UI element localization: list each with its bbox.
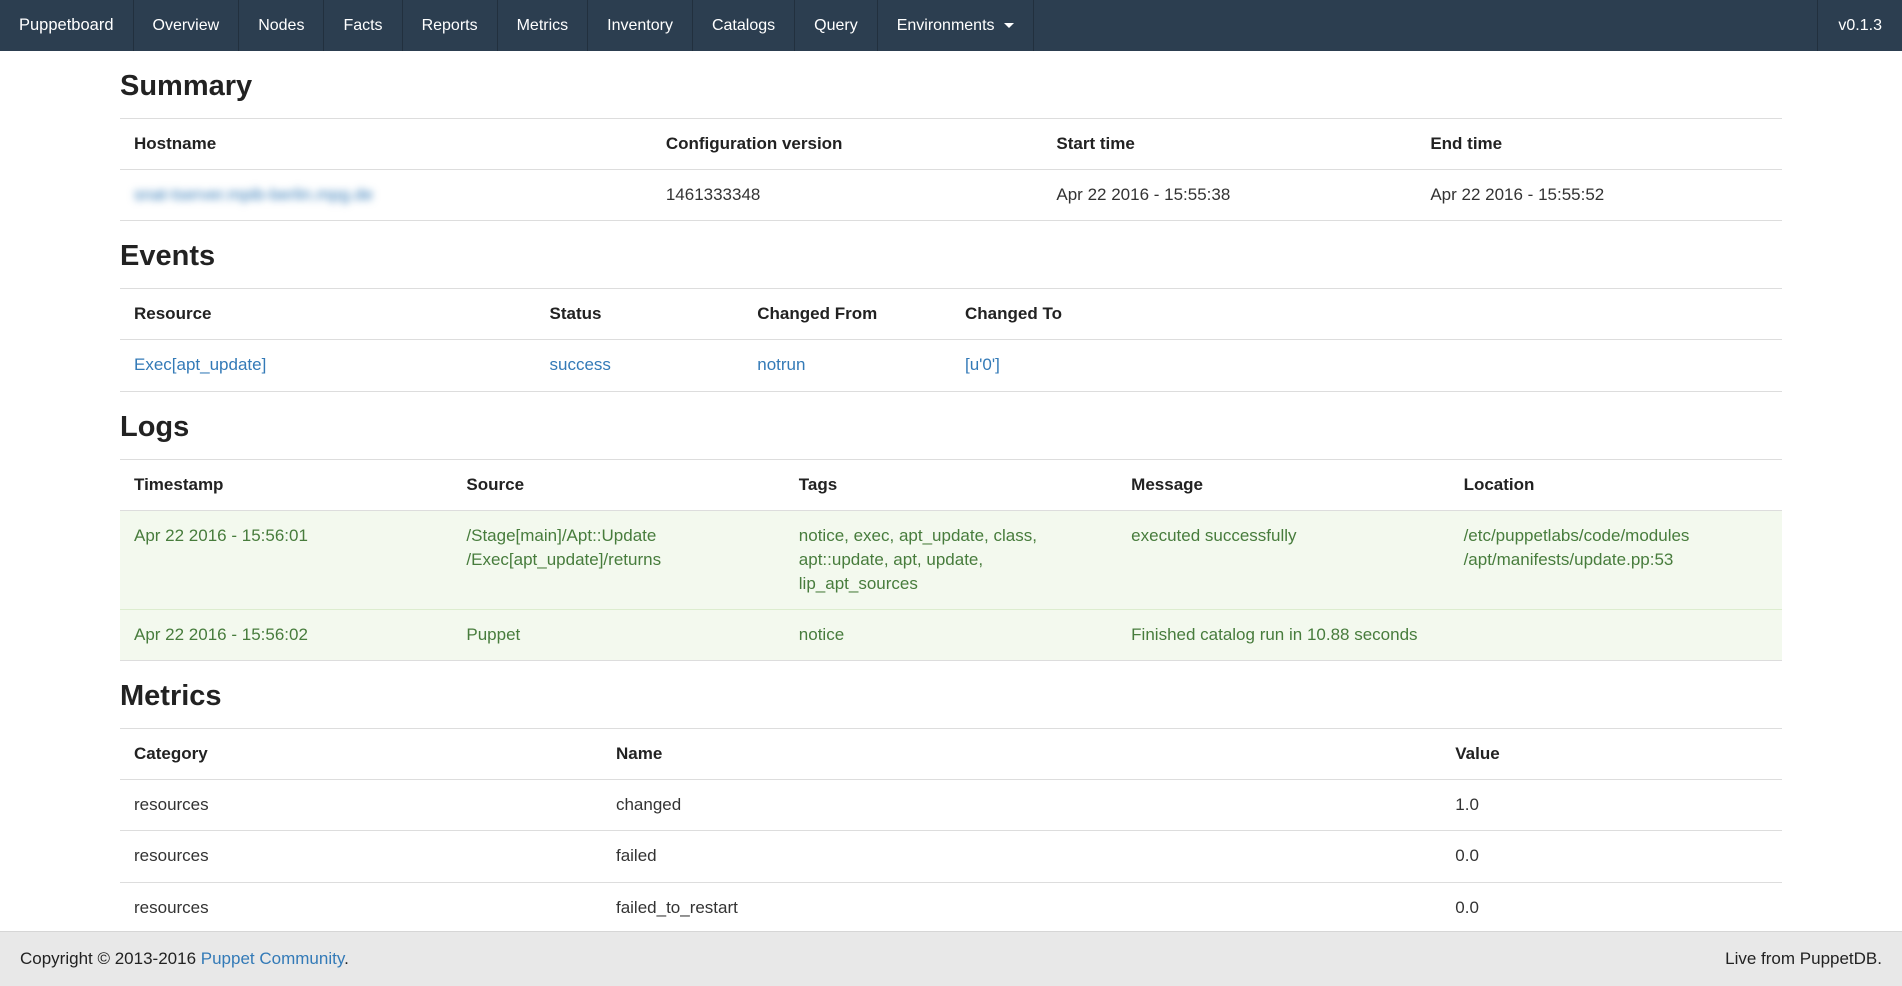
summary-header-config-version: Configuration version [652,119,1043,170]
summary-heading: Summary [120,70,1782,103]
event-status-link[interactable]: success [550,355,611,374]
copyright-period: . [344,949,349,968]
nav-metrics[interactable]: Metrics [498,0,589,51]
summary-header-hostname: Hostname [120,119,652,170]
metrics-header-row: Category Name Value [120,729,1782,780]
nav-catalogs[interactable]: Catalogs [693,0,795,51]
event-changed-from-link[interactable]: notrun [757,355,805,374]
end-time-cell: Apr 22 2016 - 15:55:52 [1416,170,1782,221]
metric-category-cell: resources [120,831,602,882]
log-tags-cell: notice [785,610,1117,661]
log-timestamp-cell: Apr 22 2016 - 15:56:01 [120,510,452,609]
event-resource-cell: Exec[apt_update] [120,340,536,391]
nav-inventory[interactable]: Inventory [588,0,693,51]
events-header-status: Status [536,289,744,340]
start-time-cell: Apr 22 2016 - 15:55:38 [1042,170,1416,221]
logs-header-message: Message [1117,459,1449,510]
metrics-header-name: Name [602,729,1441,780]
event-status-cell: success [536,340,744,391]
metric-category-cell: resources [120,780,602,831]
log-location-cell: /etc/puppetlabs/code/modules /apt/manife… [1450,510,1782,609]
summary-header-row: Hostname Configuration version Start tim… [120,119,1782,170]
summary-row: snat-tserver.mpib-berlin.mpg.de 14613333… [120,170,1782,221]
event-resource-link[interactable]: Exec[apt_update] [134,355,266,374]
navbar: Puppetboard Overview Nodes Facts Reports… [0,0,1902,51]
events-header-row: Resource Status Changed From Changed To [120,289,1782,340]
summary-header-start-time: Start time [1042,119,1416,170]
logs-header-source: Source [452,459,784,510]
logs-heading: Logs [120,411,1782,444]
nav-overview[interactable]: Overview [134,0,240,51]
logs-header-location: Location [1450,459,1782,510]
logs-table: Timestamp Source Tags Message Location A… [120,459,1782,662]
events-header-changed-from: Changed From [743,289,951,340]
footer: Copyright © 2013-2016 Puppet Community. … [0,931,1902,986]
metric-name-cell: failed_to_restart [602,882,1441,933]
nav-environments-dropdown[interactable]: Environments [878,0,1034,51]
summary-header-end-time: End time [1416,119,1782,170]
metric-value-cell: 0.0 [1441,882,1782,933]
log-message-cell: Finished catalog run in 10.88 seconds [1117,610,1449,661]
metrics-header-category: Category [120,729,602,780]
log-message-cell: executed successfully [1117,510,1449,609]
metric-row: resources failed 0.0 [120,831,1782,882]
metric-name-cell: failed [602,831,1441,882]
logs-header-row: Timestamp Source Tags Message Location [120,459,1782,510]
hostname-link[interactable]: snat-tserver.mpib-berlin.mpg.de [134,185,373,204]
log-row: Apr 22 2016 - 15:56:01 /Stage[main]/Apt:… [120,510,1782,609]
footer-copyright: Copyright © 2013-2016 Puppet Community. [20,949,349,969]
log-source-cell: /Stage[main]/Apt::Update /Exec[apt_updat… [452,510,784,609]
summary-table: Hostname Configuration version Start tim… [120,118,1782,221]
log-row: Apr 22 2016 - 15:56:02 Puppet notice Fin… [120,610,1782,661]
log-timestamp-cell: Apr 22 2016 - 15:56:02 [120,610,452,661]
chevron-down-icon [1004,23,1014,28]
nav-facts[interactable]: Facts [324,0,402,51]
events-header-resource: Resource [120,289,536,340]
event-row: Exec[apt_update] success notrun [u'0'] [120,340,1782,391]
events-table: Resource Status Changed From Changed To … [120,288,1782,391]
nav-nodes[interactable]: Nodes [239,0,324,51]
copyright-text: Copyright © 2013-2016 [20,949,201,968]
metric-category-cell: resources [120,882,602,933]
hostname-cell: snat-tserver.mpib-berlin.mpg.de [120,170,652,221]
brand-puppetboard[interactable]: Puppetboard [0,0,134,51]
metrics-table: Category Name Value resources changed 1.… [120,728,1782,934]
log-tags-cell: notice, exec, apt_update, class, apt::up… [785,510,1117,609]
log-source-cell: Puppet [452,610,784,661]
metric-name-cell: changed [602,780,1441,831]
metric-row: resources changed 1.0 [120,780,1782,831]
nav-environments-label: Environments [897,17,995,35]
version-label: v0.1.3 [1817,0,1902,51]
nav-query[interactable]: Query [795,0,878,51]
logs-header-tags: Tags [785,459,1117,510]
puppet-community-link[interactable]: Puppet Community [201,949,344,968]
metric-value-cell: 1.0 [1441,780,1782,831]
event-changed-to-cell: [u'0'] [951,340,1782,391]
navbar-spacer [1034,0,1818,51]
nav-reports[interactable]: Reports [403,0,498,51]
metric-value-cell: 0.0 [1441,831,1782,882]
metrics-header-value: Value [1441,729,1782,780]
main-content: Summary Hostname Configuration version S… [120,70,1782,934]
config-version-cell: 1461333348 [652,170,1043,221]
metrics-heading: Metrics [120,680,1782,713]
logs-header-timestamp: Timestamp [120,459,452,510]
events-header-changed-to: Changed To [951,289,1782,340]
events-heading: Events [120,240,1782,273]
event-changed-from-cell: notrun [743,340,951,391]
log-location-cell [1450,610,1782,661]
puppetdb-status: Live from PuppetDB. [1725,949,1882,969]
metric-row: resources failed_to_restart 0.0 [120,882,1782,933]
event-changed-to-link[interactable]: [u'0'] [965,355,1000,374]
